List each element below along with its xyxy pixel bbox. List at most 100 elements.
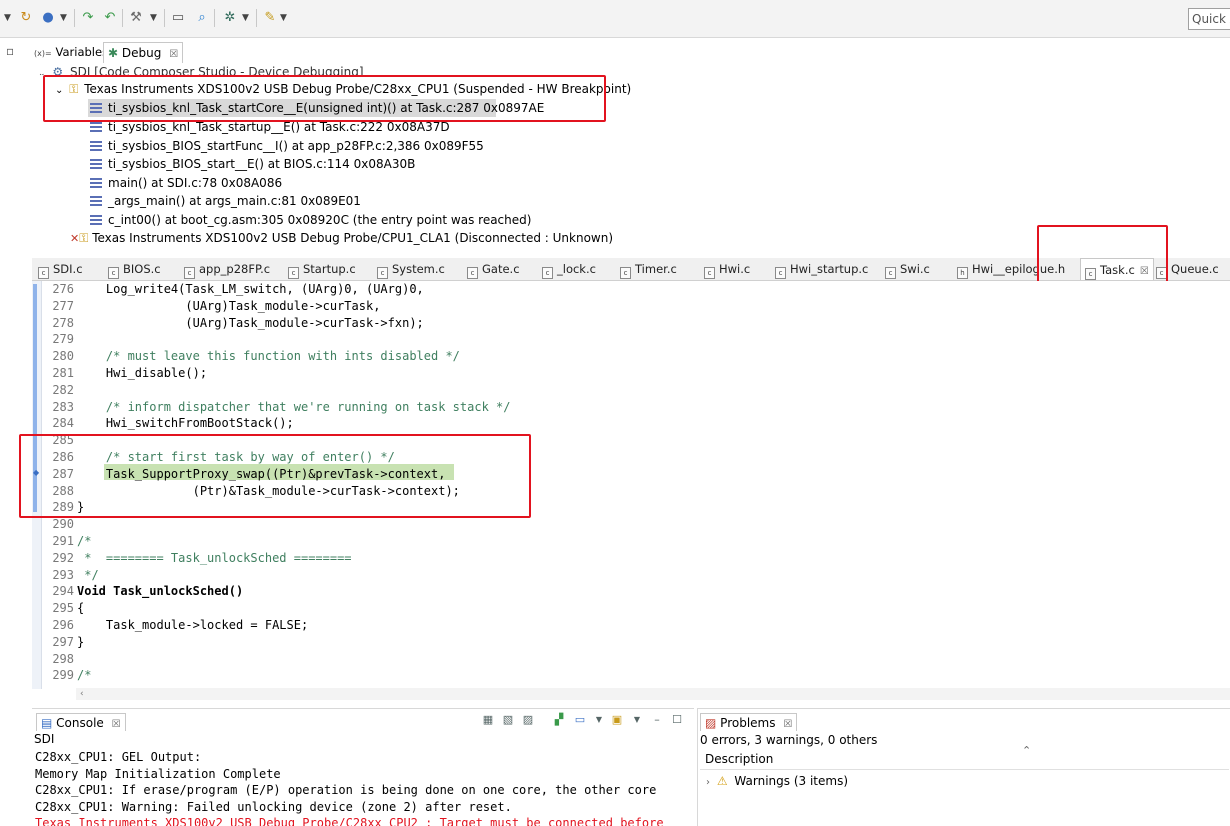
tab-swi-c[interactable]: c Swi.c bbox=[885, 258, 930, 280]
tree-row-root[interactable]: ⌄ ⚙ SDI [Code Composer Studio - Device D… bbox=[38, 63, 364, 75]
stack-frame-row[interactable]: ti_sysbios_BIOS_startFunc__I() at app_p2… bbox=[108, 137, 484, 155]
line-number: 286 bbox=[52, 450, 74, 464]
code-line[interactable]: } bbox=[77, 499, 84, 516]
line-number: 280 bbox=[52, 349, 74, 364]
c-file-icon: c bbox=[542, 267, 553, 279]
close-icon[interactable]: ☒ bbox=[1140, 266, 1149, 277]
chevron-down-icon[interactable]: ▼ bbox=[280, 10, 287, 26]
close-icon[interactable]: ☒ bbox=[169, 49, 178, 60]
tree-row-cpu1[interactable]: ⌄ ⚿ Texas Instruments XDS100v2 USB Debug… bbox=[55, 80, 631, 98]
code-line[interactable]: } bbox=[77, 634, 84, 651]
tab-hwi-startup-c[interactable]: c Hwi_startup.c bbox=[775, 258, 868, 280]
chevron-down-icon[interactable]: ▼ bbox=[4, 10, 11, 26]
tab-variables[interactable]: (x)= Variables bbox=[34, 42, 108, 62]
tab-debug[interactable]: ✱ Debug ☒ bbox=[103, 42, 184, 63]
code-line[interactable]: * ======== Task_unlockSched ======== bbox=[77, 550, 351, 567]
horizontal-scrollbar[interactable]: ‹ bbox=[76, 688, 1230, 700]
minimize-icon[interactable]: – bbox=[650, 713, 664, 727]
code-line-current[interactable]: Task_SupportProxy_swap((Ptr)&prevTask->c… bbox=[77, 466, 446, 483]
stack-frame-row[interactable]: main() at SDI.c:78 0x08A086 bbox=[108, 174, 282, 192]
tab-console[interactable]: ▤ Console ☒ bbox=[36, 713, 126, 731]
tab-startup-c[interactable]: c Startup.c bbox=[288, 258, 356, 280]
tab-problems[interactable]: ▨ Problems ☒ bbox=[700, 713, 798, 731]
tab-system-c[interactable]: c System.c bbox=[377, 258, 445, 280]
build-icon[interactable]: ⚒ bbox=[128, 10, 144, 26]
search-icon[interactable]: ⌕ bbox=[194, 10, 210, 26]
chevron-down-icon[interactable]: ▼ bbox=[150, 10, 157, 26]
stack-frame-row[interactable]: ti_sysbios_knl_Task_startup__E() at Task… bbox=[108, 118, 450, 136]
stack-frame-row[interactable]: ti_sysbios_BIOS_start__E() at BIOS.c:114… bbox=[108, 155, 415, 173]
tab-task-c[interactable]: c Task.c ☒ bbox=[1080, 258, 1154, 280]
clear-console-icon[interactable]: ▦ bbox=[481, 713, 495, 727]
code-line[interactable]: (UArg)Task_module->curTask, bbox=[77, 298, 380, 315]
tab-hwi-epilogue-h[interactable]: h Hwi__epilogue.h bbox=[957, 258, 1065, 280]
code-line[interactable]: Void Task_unlockSched() bbox=[77, 583, 243, 600]
display-console-icon[interactable]: ▭ bbox=[573, 713, 587, 727]
code-line[interactable]: /* inform dispatcher that we're running … bbox=[77, 399, 511, 416]
quick-access-input[interactable]: Quick Access bbox=[1188, 8, 1230, 30]
code-line[interactable]: { bbox=[77, 600, 84, 617]
code-line[interactable]: /* start first task by way of enter() */ bbox=[77, 449, 395, 466]
c-file-icon: c bbox=[1156, 267, 1167, 279]
c-file-icon: c bbox=[704, 267, 715, 279]
chevron-down-icon[interactable]: ▼ bbox=[630, 713, 644, 727]
line-number: 292 bbox=[52, 550, 74, 565]
chevron-down-icon[interactable]: ▼ bbox=[592, 713, 606, 727]
chevron-down-icon[interactable]: ▼ bbox=[60, 10, 67, 26]
console-session-label: SDI bbox=[34, 732, 55, 746]
close-icon[interactable]: ☒ bbox=[783, 719, 792, 730]
minimize-view-icon[interactable]: ▫ bbox=[6, 44, 14, 58]
maximize-icon[interactable]: ☐ bbox=[670, 713, 684, 727]
console-line: C28xx_CPU1: GEL Output: bbox=[35, 750, 202, 764]
pin-console-icon[interactable]: ▞ bbox=[552, 713, 566, 727]
tab-sdi-c[interactable]: c SDI.c bbox=[38, 258, 83, 280]
step-over-icon[interactable]: ↷ bbox=[80, 10, 96, 26]
new-console-icon[interactable]: ▣ bbox=[610, 713, 624, 727]
code-line[interactable]: Hwi_disable(); bbox=[77, 365, 207, 382]
close-icon[interactable]: ☒ bbox=[112, 719, 121, 730]
line-number: 295 bbox=[52, 601, 74, 616]
launch-icon[interactable]: ✎ bbox=[262, 10, 278, 26]
code-line[interactable]: (Ptr)&Task_module->curTask->context); bbox=[77, 483, 460, 500]
scroll-lock-icon[interactable]: ▧ bbox=[501, 713, 515, 727]
stack-frame-icon bbox=[90, 159, 102, 169]
stack-frame-row[interactable]: _args_main() at args_main.c:81 0x089E01 bbox=[108, 192, 361, 210]
resume-icon[interactable]: ↻ bbox=[18, 10, 34, 26]
chevron-left-icon[interactable]: ‹ bbox=[80, 689, 84, 699]
code-line[interactable]: /* must leave this function with ints di… bbox=[77, 348, 460, 365]
instruction-pointer-icon: ◆ bbox=[33, 468, 40, 477]
chevron-down-icon[interactable]: ▼ bbox=[242, 10, 249, 26]
run-icon[interactable]: ● bbox=[40, 10, 56, 26]
line-number: 297 bbox=[52, 634, 74, 649]
code-line[interactable]: Task_module->locked = FALSE; bbox=[77, 617, 308, 634]
disconnected-icon: ✕ bbox=[70, 232, 80, 245]
tab-gate-c[interactable]: c Gate.c bbox=[467, 258, 520, 280]
tab-lock-c[interactable]: c _lock.c bbox=[542, 258, 596, 280]
tab-hwi-c[interactable]: c Hwi.c bbox=[704, 258, 750, 280]
tab-timer-c[interactable]: c Timer.c bbox=[620, 258, 677, 280]
sort-up-icon[interactable]: ⌃ bbox=[1022, 744, 1031, 757]
code-line[interactable]: Log_write4(Task_LM_switch, (UArg)0, (UAr… bbox=[77, 281, 424, 298]
gear-icon[interactable]: ✲ bbox=[222, 10, 238, 26]
tab-queue-c[interactable]: c Queue.c bbox=[1156, 258, 1219, 280]
column-description[interactable]: Description bbox=[705, 752, 773, 766]
line-number: 282 bbox=[52, 382, 74, 397]
stack-frame-row[interactable]: ti_sysbios_knl_Task_startCore__E(unsigne… bbox=[108, 99, 544, 117]
word-wrap-icon[interactable]: ▨ bbox=[521, 713, 535, 727]
tab-app-p28fp-c[interactable]: c app_p28FP.c bbox=[184, 258, 270, 280]
console-icon[interactable]: ▭ bbox=[170, 10, 186, 26]
line-number: 279 bbox=[52, 332, 74, 347]
step-return-icon[interactable]: ↶ bbox=[102, 10, 118, 26]
tab-bios-c[interactable]: c BIOS.c bbox=[108, 258, 161, 280]
code-line[interactable]: /* bbox=[77, 533, 91, 550]
c-file-icon: c bbox=[288, 267, 299, 279]
code-line[interactable]: Hwi_switchFromBootStack(); bbox=[77, 415, 294, 432]
warnings-tree-item[interactable]: › ⚠ Warnings (3 items) bbox=[706, 772, 848, 792]
tree-row-cla1[interactable]: ✕⚿ Texas Instruments XDS100v2 USB Debug … bbox=[70, 229, 613, 247]
code-line[interactable]: /* bbox=[77, 667, 91, 684]
line-number: 293 bbox=[52, 567, 74, 582]
console-view: ▤ Console ☒ ▦ ▧ ▨ ▞ ▭ ▼ ▣ ▼ – ☐ SDI C28x… bbox=[32, 708, 694, 826]
code-line[interactable]: */ bbox=[77, 567, 98, 584]
stack-frame-row[interactable]: c_int00() at boot_cg.asm:305 0x08920C (t… bbox=[108, 211, 531, 229]
code-line[interactable]: (UArg)Task_module->curTask->fxn); bbox=[77, 315, 423, 332]
